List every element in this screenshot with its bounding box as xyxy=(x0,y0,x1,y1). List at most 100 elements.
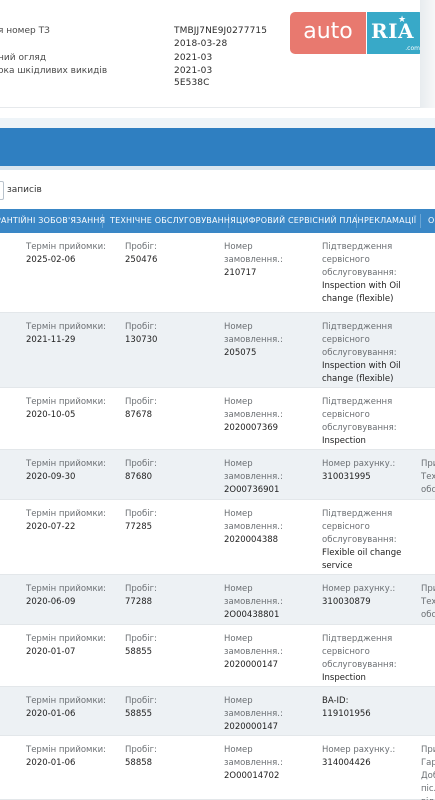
service-label-line1: Підтвердження xyxy=(322,322,393,332)
order-cell: Номер замовлення.: 2O00736901 xyxy=(224,458,283,497)
service-label-line1: Підтвердження xyxy=(322,397,393,407)
date-cell: Термін прийомки: 2020-01-06 xyxy=(26,744,106,770)
tab-digital-service-plan[interactable]: ЦИФРОВИЙ СЕРВІСНИЙ ПЛАН xyxy=(236,209,364,233)
service-value: Flexible oil change xyxy=(322,548,402,558)
order-cell: Номер замовлення.: 210717 xyxy=(224,241,283,280)
order-cell: Номер замовлення.: 2O00014702 xyxy=(224,744,283,783)
service-value: change (flexible) xyxy=(322,374,394,384)
service-label-line2: сервісного xyxy=(322,647,370,657)
extra-cell: При Тех обс xyxy=(421,458,435,497)
table-row[interactable]: Термін прийомки: 2020-01-06 Пробіг: 58858 Но… xyxy=(0,736,435,800)
invoice-label: Номер рахунку.: xyxy=(322,584,396,594)
order-value: 210717 xyxy=(224,268,257,278)
extra-text: Тех xyxy=(421,472,435,482)
extra-text: При xyxy=(421,745,435,755)
service-label-line1: Підтвердження xyxy=(322,634,393,644)
mileage-value: 77288 xyxy=(125,597,153,607)
service-cell: Підтвердження сервісного обслуговування: In… xyxy=(322,396,397,448)
emissions-label: ока шкідливих викидів xyxy=(0,66,108,76)
order-label-line2: замовлення.: xyxy=(224,647,283,657)
service-label-line3: обслуговування: xyxy=(322,268,397,278)
order-label-line1: Номер xyxy=(224,745,253,755)
service-value: Inspection with Oil xyxy=(322,361,401,371)
order-label-line1: Номер xyxy=(224,509,253,519)
date-cell: Термін прийомки: 2020-01-07 xyxy=(26,633,106,659)
service-value: service xyxy=(322,561,353,571)
date-value: 2020-10-05 xyxy=(26,410,76,420)
date-value: 2020-07-22 xyxy=(26,522,76,532)
mileage-label: Пробіг: xyxy=(125,242,157,252)
table-row[interactable]: Термін прийомки: 2020-09-30 Пробіг: 87680 Но… xyxy=(0,450,435,500)
date-value: 2020-01-06 xyxy=(26,709,76,719)
extra-cell: При Гар Доб післ відп xyxy=(421,744,435,800)
date-label: Термін прийомки: xyxy=(26,242,106,252)
date-cell: Термін прийомки: 2020-09-30 xyxy=(26,458,106,484)
inspection-label: ний огляд xyxy=(0,53,47,63)
mileage-value: 87680 xyxy=(125,472,153,482)
extra-text: Гар xyxy=(421,758,435,768)
date-value: 2025-02-06 xyxy=(26,255,76,265)
order-label-line2: замовлення.: xyxy=(224,335,283,345)
date-value: 2020-01-06 xyxy=(26,758,76,768)
mileage-cell: Пробіг: 77288 xyxy=(125,583,157,609)
service-cell: Підтвердження сервісного обслуговування: In… xyxy=(322,633,397,685)
mileage-value: 58855 xyxy=(125,709,153,719)
tab-separator xyxy=(228,214,229,228)
date-cell: Термін прийомки: 2025-02-06 xyxy=(26,241,106,267)
extra-text: При xyxy=(421,459,435,469)
mileage-value: 77285 xyxy=(125,522,153,532)
order-value: 2020004388 xyxy=(224,535,279,545)
mileage-label: Пробіг: xyxy=(125,745,157,755)
blue-header-band xyxy=(0,128,435,166)
tab-reclamations[interactable]: РЕКЛАМАЦІЇ xyxy=(364,209,416,233)
service-cell: Підтвердження сервісного обслуговування: Fl… xyxy=(322,508,401,573)
order-label-line2: замовлення.: xyxy=(224,522,283,532)
table-row[interactable]: Термін прийомки: 2020-06-09 Пробіг: 77288 Но… xyxy=(0,575,435,625)
invoice-label: Номер рахунку.: xyxy=(322,745,396,755)
tab-separator xyxy=(102,214,103,228)
service-label-line2: сервісного xyxy=(322,255,370,265)
table-row[interactable]: Термін прийомки: 2020-01-06 Пробіг: 58855 Но… xyxy=(0,687,435,736)
records-select[interactable] xyxy=(0,181,4,200)
tab-warranty[interactable]: РАНТІЙНІ ЗОБОВ'ЯЗАННЯ xyxy=(0,209,105,233)
extra-text: обс xyxy=(421,485,435,495)
mileage-label: Пробіг: xyxy=(125,584,157,594)
table-row[interactable]: Термін прийомки: 2025-02-06 Пробіг: 250476 Н… xyxy=(0,233,435,313)
mileage-cell: Пробіг: 58855 xyxy=(125,633,157,659)
order-value: 2020000147 xyxy=(224,660,279,670)
order-label-line1: Номер xyxy=(224,397,253,407)
order-value: 205075 xyxy=(224,348,257,358)
logo-com-text: .com xyxy=(405,45,420,52)
logo-ria-part: ★ RIA .com xyxy=(367,12,424,54)
table-row[interactable]: Термін прийомки: 2020-07-22 Пробіг: 77285 Но… xyxy=(0,500,435,575)
order-label-line1: Номер xyxy=(224,242,253,252)
extra-cell: При Тех обс xyxy=(421,583,435,622)
date-label: Термін прийомки: xyxy=(26,696,106,706)
service-label-line2: сервісного xyxy=(322,522,370,532)
vin-label: я номер ТЗ xyxy=(0,26,50,36)
order-label-line2: замовлення.: xyxy=(224,255,283,265)
mileage-cell: Пробіг: 77285 xyxy=(125,508,157,534)
date-label: Термін прийомки: xyxy=(26,634,106,644)
mileage-label: Пробіг: xyxy=(125,397,157,407)
date-value: 2021-11-29 xyxy=(26,335,76,345)
service-cell: Номер рахунку.: 310031995 xyxy=(322,458,395,484)
mileage-cell: Пробіг: 87680 xyxy=(125,458,157,484)
mileage-label: Пробіг: xyxy=(125,322,157,332)
table-row[interactable]: Термін прийомки: 2020-10-05 Пробіг: 87678 Но… xyxy=(0,388,435,450)
mileage-value: 87678 xyxy=(125,410,153,420)
tab-more[interactable]: О xyxy=(428,209,435,233)
date-label: Термін прийомки: xyxy=(26,322,106,332)
records-label: записів xyxy=(7,185,42,195)
mileage-value: 58855 xyxy=(125,647,153,657)
extra-text: При xyxy=(421,584,435,594)
extra-text: післ xyxy=(421,784,435,794)
code-value: 5E538C xyxy=(174,78,210,88)
table-row[interactable]: Термін прийомки: 2020-01-07 Пробіг: 58855 Но… xyxy=(0,625,435,687)
tab-maintenance[interactable]: ТЕХНІЧНЕ ОБСЛУГОВУВАННЯ xyxy=(110,209,236,233)
order-label-line1: Номер xyxy=(224,634,253,644)
date-value: 2020-09-30 xyxy=(26,472,76,482)
mileage-label: Пробіг: xyxy=(125,509,157,519)
autoria-logo[interactable]: auto ★ RIA .com xyxy=(290,12,424,54)
table-row[interactable]: Термін прийомки: 2021-11-29 Пробіг: 130730 Н… xyxy=(0,313,435,388)
